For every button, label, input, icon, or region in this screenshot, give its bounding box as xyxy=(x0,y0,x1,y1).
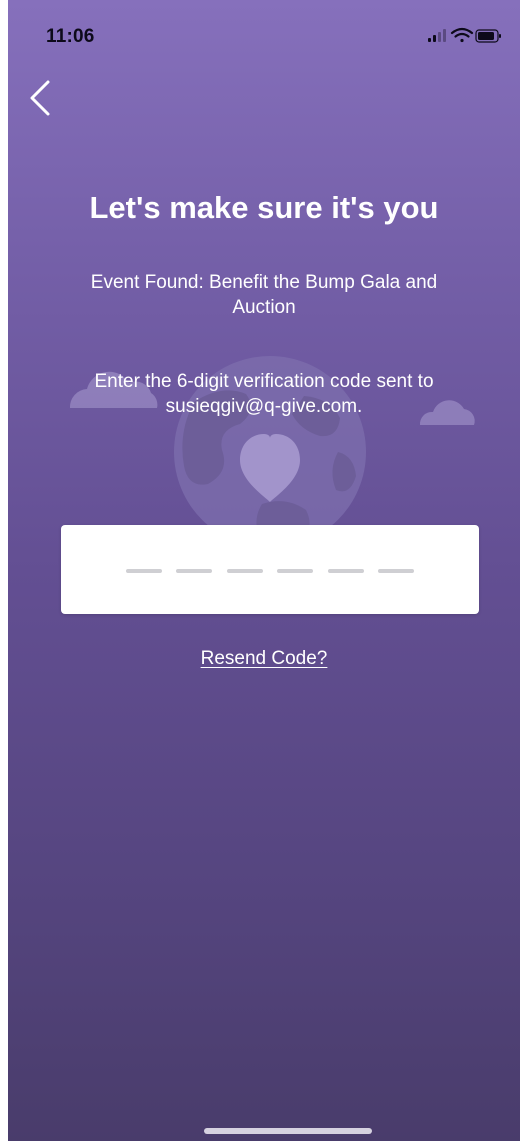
home-indicator[interactable] xyxy=(204,1128,372,1134)
code-digit-slot xyxy=(126,569,162,573)
resend-code-link[interactable]: Resend Code? xyxy=(201,648,328,669)
code-digit-slot xyxy=(277,569,314,573)
back-button[interactable] xyxy=(22,74,62,122)
status-bar: 11:06 xyxy=(8,0,520,60)
verification-code-input[interactable] xyxy=(61,525,479,614)
instructions-text: Enter the 6-digit verification code sent… xyxy=(94,371,434,417)
cellular-signal-icon xyxy=(428,29,446,42)
battery-icon xyxy=(475,29,501,43)
resend-code-row: Resend Code? xyxy=(8,648,520,670)
code-digit-slot xyxy=(226,569,263,573)
event-found-text: Event Found: Benefit the Bump Gala and A… xyxy=(90,272,438,318)
page-title: Let's make sure it's you xyxy=(89,190,439,225)
status-time: 11:06 xyxy=(46,26,95,47)
code-digit-slot xyxy=(176,569,213,573)
heart-icon xyxy=(240,434,300,502)
screen: 11:06 Let's make sure it's you Event Fou… xyxy=(8,0,520,1141)
code-digit-slot xyxy=(377,569,414,573)
status-icons xyxy=(428,27,501,43)
code-digit-slot xyxy=(327,569,364,573)
code-slots xyxy=(126,569,414,573)
wifi-icon xyxy=(450,27,474,43)
chevron-left-icon xyxy=(30,80,50,116)
